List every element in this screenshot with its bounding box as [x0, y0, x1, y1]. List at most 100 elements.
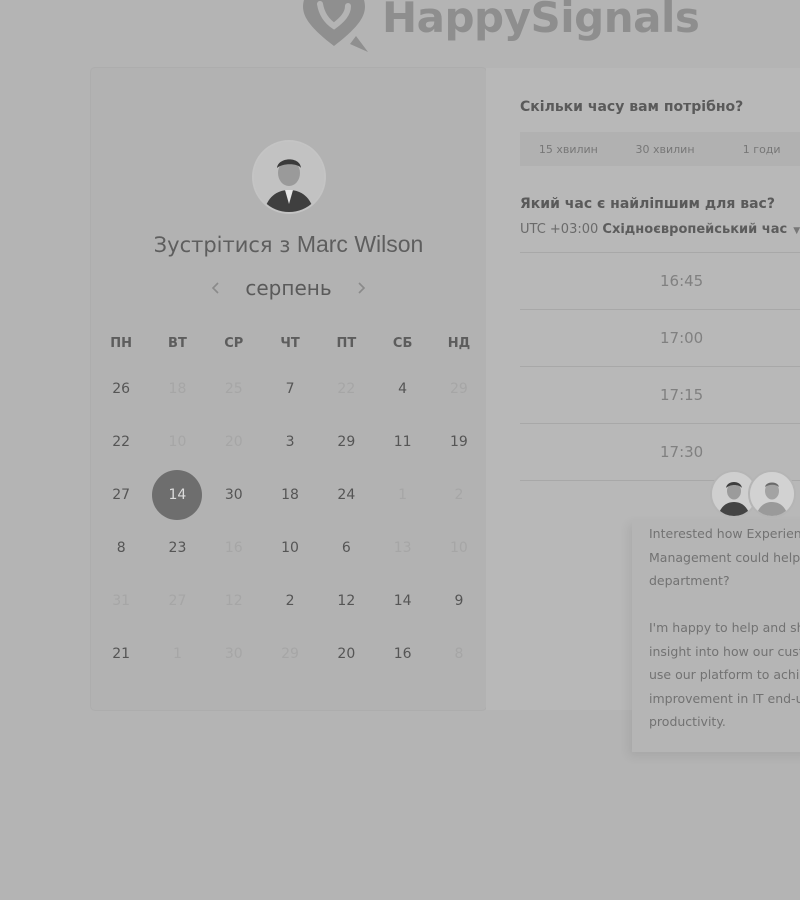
happysignals-logo[interactable]: HappySignals: [298, 0, 700, 54]
calendar-day[interactable]: 6: [318, 521, 374, 574]
calendar-day-selected[interactable]: 14: [149, 468, 205, 521]
calendar-day-label: 29: [337, 433, 356, 450]
calendar-day[interactable]: 21: [93, 627, 149, 680]
month-navigation: серпень: [91, 276, 486, 300]
calendar-day[interactable]: 20: [318, 627, 374, 680]
calendar-day-label: 31: [112, 592, 131, 609]
calendar-day: 8: [431, 627, 487, 680]
calendar-day-label: 20: [224, 433, 243, 450]
duration-options: 15 хвилин 30 хвилин 1 годи: [520, 132, 800, 166]
host-name: Marc Wilson: [296, 231, 424, 257]
chat-line: department?: [649, 573, 730, 588]
calendar-day-label: 1: [172, 645, 182, 662]
chat-line: improvement in IT end-u: [649, 690, 800, 706]
calendar-day: 10: [431, 521, 487, 574]
chevron-left-icon[interactable]: [205, 277, 227, 299]
calendar-day-label: 25: [224, 380, 243, 397]
caret-down-icon: ▼: [793, 226, 800, 236]
time-slot[interactable]: 16:45: [520, 252, 800, 309]
heart-speech-bubble-icon: [298, 0, 370, 54]
calendar-day-label: 8: [454, 645, 464, 662]
calendar-day-label: 22: [112, 433, 131, 450]
calendar-day-label: 19: [450, 433, 468, 450]
calendar-day: 10: [149, 415, 205, 468]
calendar-day[interactable]: 2: [262, 574, 318, 627]
calendar-day: 30: [206, 627, 262, 680]
chat-paragraph-2: I'm happy to help and sh insight into ho…: [649, 616, 800, 734]
calendar-day[interactable]: 8: [93, 521, 149, 574]
weekday-header: ПН: [110, 335, 133, 351]
weekday-header: НД: [447, 335, 471, 351]
calendar-day-label: 9: [454, 592, 464, 609]
duration-option-30[interactable]: 30 хвилин: [617, 143, 714, 156]
calendar-day-label: 10: [450, 539, 468, 556]
time-slot[interactable]: 17:00: [520, 309, 800, 366]
chat-line: Management could help: [649, 549, 800, 565]
chat-line: use our platform to achie: [649, 667, 800, 682]
calendar-day[interactable]: 22: [93, 415, 149, 468]
weekday-header: ЧТ: [280, 335, 300, 351]
duration-option-15[interactable]: 15 хвилин: [520, 143, 617, 156]
duration-option-60[interactable]: 1 годи: [713, 143, 800, 156]
calendar-day-label: 22: [337, 380, 356, 397]
calendar-day-label: 27: [112, 486, 131, 503]
weekday-header: ВТ: [168, 335, 187, 351]
calendar-day-label: 2: [454, 486, 464, 503]
chat-message-text: Interested how Experien Management could…: [649, 522, 800, 757]
calendar-day[interactable]: 23: [149, 521, 205, 574]
chat-line: Interested how Experien: [649, 526, 800, 541]
calendar-day-label: 26: [112, 380, 131, 397]
calendar-day[interactable]: 12: [318, 574, 374, 627]
calendar-day: 29: [262, 627, 318, 680]
calendar-day-label: 4: [398, 380, 408, 397]
calendar-day: 22: [318, 362, 374, 415]
calendar-day-label: 12: [224, 592, 243, 609]
host-avatar: [254, 142, 324, 212]
calendar-day-label: 16: [224, 539, 243, 556]
calendar-day[interactable]: 3: [262, 415, 318, 468]
calendar-day[interactable]: 27: [93, 468, 149, 521]
calendar-day-label: 18: [281, 486, 299, 503]
calendar-day[interactable]: 4: [374, 362, 430, 415]
calendar-day[interactable]: 10: [262, 521, 318, 574]
calendar-day: 1: [149, 627, 205, 680]
weekday-header: СР: [224, 335, 244, 351]
calendar-day-label: 16: [393, 645, 412, 662]
calendar-day[interactable]: 24: [318, 468, 374, 521]
calendar-day[interactable]: 9: [431, 574, 487, 627]
calendar-day[interactable]: 16: [374, 627, 430, 680]
chat-line: productivity.: [649, 714, 726, 729]
calendar-day[interactable]: 29: [318, 415, 374, 468]
chat-line: I'm happy to help and sh: [649, 620, 800, 635]
timezone-select[interactable]: UTC +03:00 Східноєвропейський час ▼: [520, 222, 800, 237]
chat-paragraph-1: Interested how Experien Management could…: [649, 522, 800, 593]
calendar-day-label: 27: [168, 592, 187, 609]
brand-name: HappySignals: [382, 0, 700, 42]
calendar-day: 18: [149, 362, 205, 415]
calendar-day[interactable]: 18: [262, 468, 318, 521]
calendar-day-label: 29: [450, 380, 468, 397]
calendar-day[interactable]: 26: [93, 362, 149, 415]
calendar-day: 20: [206, 415, 262, 468]
calendar-day-label: 1: [398, 486, 408, 503]
calendar-day[interactable]: 7: [262, 362, 318, 415]
chevron-right-icon[interactable]: [350, 277, 372, 299]
calendar-day: 13: [374, 521, 430, 574]
calendar-day-label: 29: [281, 645, 299, 662]
meeting-prefix: Зустрітися з: [153, 233, 291, 257]
calendar-day-label: 20: [337, 645, 356, 662]
calendar-day[interactable]: 30: [206, 468, 262, 521]
calendar-day[interactable]: 19: [431, 415, 487, 468]
agent-avatar: [748, 470, 796, 518]
timezone-name: Східноєвропейський час: [602, 222, 788, 237]
calendar-day-label: 24: [337, 486, 356, 503]
calendar-day[interactable]: 11: [374, 415, 430, 468]
time-slot[interactable]: 17:15: [520, 366, 800, 423]
calendar-day[interactable]: 14: [374, 574, 430, 627]
calendar-day: 27: [149, 574, 205, 627]
calendar-day: 16: [206, 521, 262, 574]
calendar-day-label: 8: [116, 539, 126, 556]
calendar-day-label: 30: [224, 645, 243, 662]
calendar-day-label: 12: [337, 592, 356, 609]
calendar-day-label: 14: [152, 469, 203, 520]
